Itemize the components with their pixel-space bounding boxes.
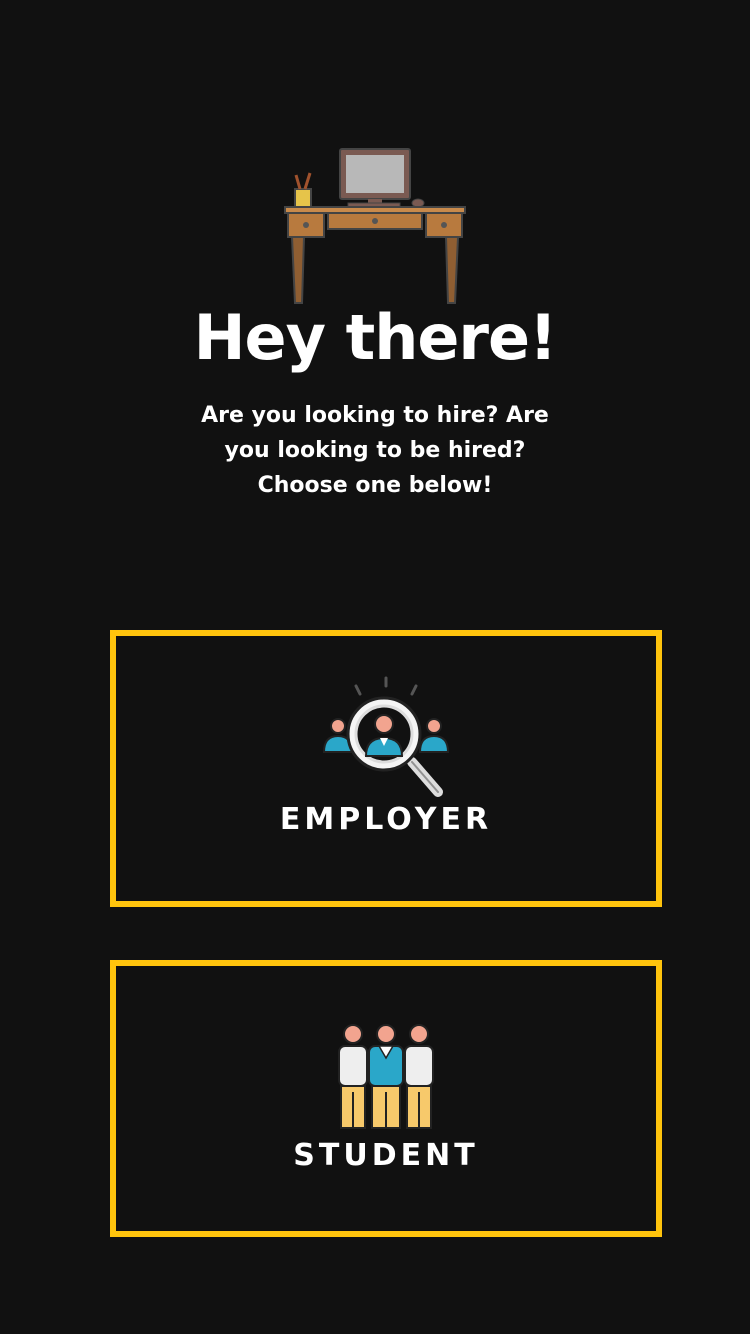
magnifier-people-icon — [322, 676, 450, 797]
role-selection-screen: Hey there! Are you looking to hire? Are … — [0, 0, 750, 1334]
desk-computer-icon — [284, 148, 466, 304]
intro-line-2: you looking to be hired? — [224, 438, 526, 463]
student-button[interactable]: STUDENT — [110, 960, 662, 1237]
students-group-icon — [338, 1024, 434, 1129]
employer-button[interactable]: EMPLOYER — [110, 630, 662, 907]
page-title: Hey there! — [193, 301, 558, 374]
intro-line-3: Choose one below! — [257, 473, 493, 498]
student-label: STUDENT — [293, 1138, 479, 1173]
intro-line-1: Are you looking to hire? Are — [201, 403, 549, 428]
employer-label: EMPLOYER — [279, 802, 493, 837]
intro-text: Are you looking to hire? Are you looking… — [175, 398, 575, 503]
